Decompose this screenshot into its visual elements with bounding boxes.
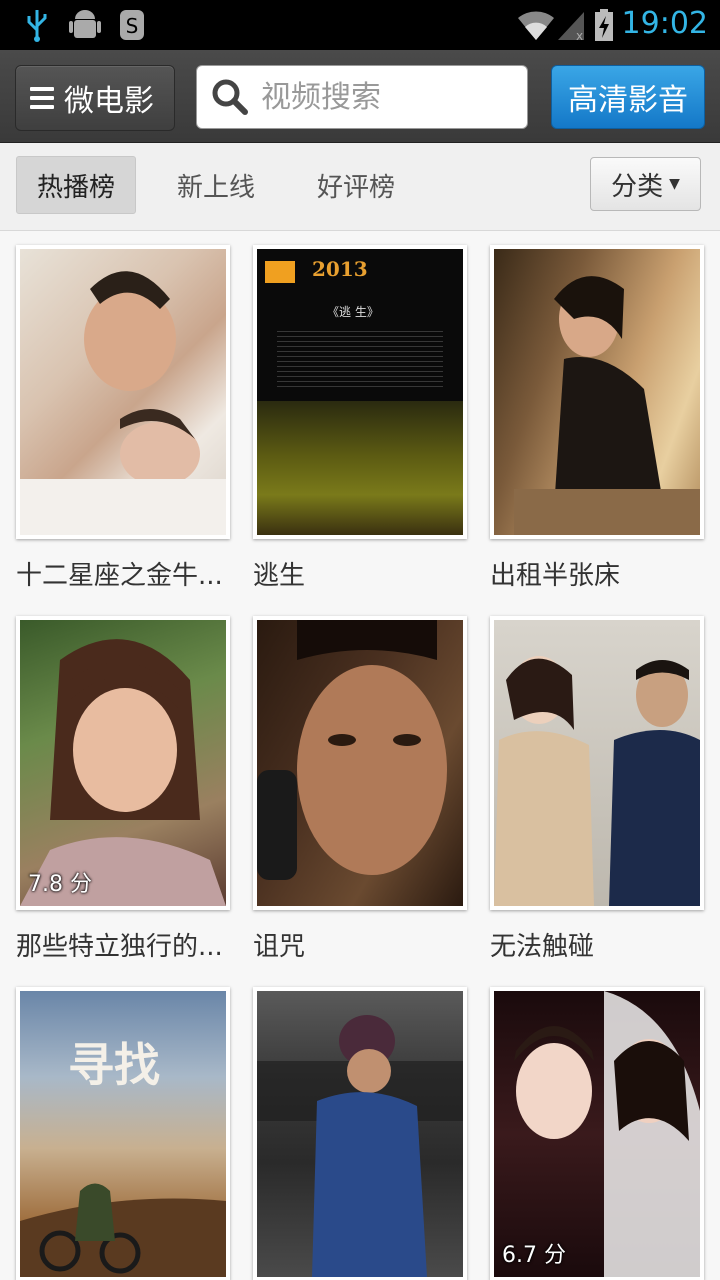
poster-image — [20, 1183, 226, 1277]
app-s-icon: S — [120, 10, 144, 40]
menu-label: 微电影 — [64, 84, 154, 119]
tab-hot[interactable]: 热播榜 — [16, 156, 136, 214]
search-input[interactable] — [259, 78, 513, 116]
dropdown-caret-icon: ▼ — [669, 176, 680, 192]
video-poster[interactable] — [253, 616, 467, 910]
tab-bar: 热播榜 新上线 好评榜 分类 ▼ — [0, 143, 720, 231]
video-title[interactable]: 十二星座之金牛... — [16, 555, 232, 592]
video-poster[interactable] — [253, 987, 467, 1280]
video-title[interactable]: 诅咒 — [253, 926, 469, 963]
poster-scene — [257, 401, 463, 535]
video-title[interactable]: 逃生 — [253, 555, 469, 592]
battery-charging-icon — [595, 9, 613, 41]
tab-new[interactable]: 新上线 — [156, 156, 276, 214]
video-poster[interactable]: 6.7 分 — [490, 987, 704, 1280]
poster-image — [257, 1015, 463, 1277]
video-grid: 十二星座之金牛... 2013 《逃 生》 逃生 出租半张床 7.8 分 那些特… — [0, 231, 720, 1280]
poster-image — [514, 991, 700, 1277]
video-poster[interactable] — [490, 245, 704, 539]
tab-top-rated[interactable]: 好评榜 — [296, 156, 416, 214]
signal-icon: x — [558, 12, 584, 42]
video-title[interactable]: 出租半张床 — [490, 555, 706, 592]
video-poster[interactable]: 2013 《逃 生》 — [253, 245, 467, 539]
video-poster[interactable] — [490, 616, 704, 910]
video-poster[interactable]: 寻找 — [16, 987, 230, 1280]
svg-text:x: x — [576, 29, 583, 42]
video-card[interactable]: 寻找 — [16, 987, 232, 1280]
hamburger-icon — [30, 87, 54, 109]
hd-video-button[interactable]: 高清影音 — [551, 65, 705, 129]
poster-film-title: 《逃 生》 — [327, 305, 379, 319]
search-box[interactable] — [196, 65, 528, 129]
status-time: 19:02 — [621, 6, 708, 41]
rating-badge: 7.8 分 — [28, 872, 92, 897]
video-title[interactable]: 无法触碰 — [490, 926, 706, 963]
poster-logo — [265, 261, 295, 283]
action-bar: 微电影 高清影音 — [0, 50, 720, 143]
poster-year: 2013 — [312, 257, 368, 281]
video-card[interactable]: 出租半张床 — [490, 245, 706, 592]
category-dropdown[interactable]: 分类 ▼ — [590, 157, 701, 211]
video-card[interactable]: 诅咒 — [253, 616, 469, 963]
menu-button[interactable]: 微电影 — [15, 65, 175, 131]
category-label: 分类 — [611, 171, 664, 202]
video-card[interactable] — [253, 987, 469, 1280]
poster-credits — [277, 327, 443, 387]
poster-image — [494, 656, 700, 906]
rating-badge: 6.7 分 — [502, 1243, 566, 1268]
video-poster[interactable] — [16, 245, 230, 539]
poster-image — [514, 276, 700, 535]
poster-image — [20, 271, 226, 535]
poster-image — [20, 639, 226, 906]
video-card[interactable]: 7.8 分 那些特立独行的... — [16, 616, 232, 963]
video-poster[interactable]: 7.8 分 — [16, 616, 230, 910]
usb-icon — [27, 10, 47, 42]
video-card[interactable]: 十二星座之金牛... — [16, 245, 232, 592]
video-card[interactable]: 无法触碰 — [490, 616, 706, 963]
search-icon — [212, 79, 248, 115]
poster-image — [257, 620, 447, 880]
wifi-icon — [518, 11, 554, 40]
video-card[interactable]: 6.7 分 — [490, 987, 706, 1280]
status-bar: S x 19:02 — [0, 0, 720, 50]
android-debug-icon — [69, 10, 101, 38]
video-title[interactable]: 那些特立独行的... — [16, 926, 232, 963]
video-card[interactable]: 2013 《逃 生》 逃生 — [253, 245, 469, 592]
svg-text:S: S — [126, 14, 139, 38]
